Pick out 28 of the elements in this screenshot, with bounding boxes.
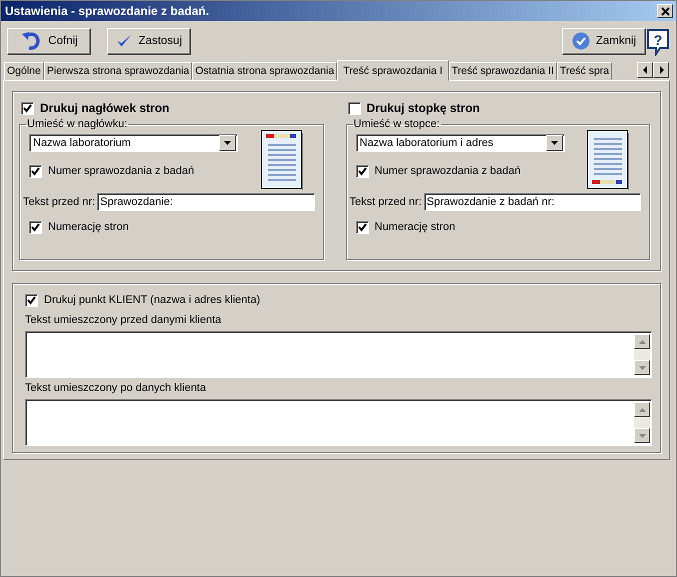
toolbar-button[interactable]: Cofnij [7, 28, 91, 54]
toolbar-button[interactable]: Zastosuj [107, 28, 191, 54]
tab[interactable]: Ogólne [4, 62, 44, 80]
checkbox-label: Numer sprawozdania z badań [48, 165, 194, 177]
input-field[interactable]: Sprawozdanie: [97, 193, 314, 211]
tab[interactable]: Treść sprawozdania II [448, 62, 557, 80]
input-field[interactable]: Sprawozdanie z badań nr: [424, 193, 641, 211]
field-label: Tekst przed nr: [23, 196, 96, 208]
checkbox-label: Numerację stron [48, 221, 129, 233]
dropdown[interactable]: Nazwa laboratorium [29, 134, 238, 152]
tab[interactable]: Ostatnia strona sprawozdania [192, 62, 338, 80]
group-label: Umieść w stopce: [352, 118, 441, 130]
checkbox-label: Drukuj nagłówek stron [40, 101, 170, 115]
window-title: Ustawienia - sprawozdanie z badań. [5, 4, 210, 18]
help-icon[interactable]: ? [646, 28, 670, 56]
group-label: Umieść w nagłówku: [26, 118, 128, 130]
checkbox-label: Drukuj stopkę stron [366, 101, 480, 115]
tab[interactable]: Pierwsza strona sprawozdania [44, 62, 192, 80]
tab[interactable]: Treść spra [556, 62, 612, 80]
close-dialog-button[interactable]: Zamknij [562, 28, 646, 54]
field-label: Tekst przed nr: [350, 196, 422, 208]
checkbox-label: Numerację stron [374, 221, 456, 233]
field-label: Tekst umieszczony przed danymi klienta [25, 314, 222, 328]
checkbox-label: Numer sprawozdania z badań [374, 165, 521, 177]
tab[interactable]: Treść sprawozdania I [337, 60, 449, 81]
checkbox-label: Drukuj punkt KLIENT (nazwa i adres klienta) [44, 294, 260, 306]
field-label: Tekst umieszczony po danych klienta [25, 382, 207, 396]
dropdown[interactable]: Nazwa laboratorium i adres [356, 134, 564, 152]
